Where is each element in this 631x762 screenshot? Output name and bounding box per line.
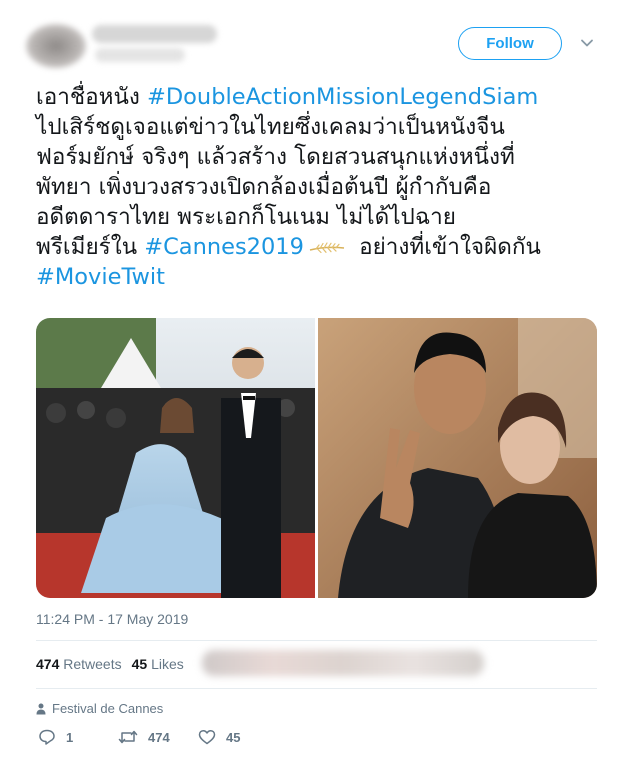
username-redacted[interactable] xyxy=(95,48,185,62)
heart-icon xyxy=(198,729,216,745)
tweet-timestamp[interactable]: 11:24 PM - 17 May 2019 xyxy=(36,611,188,627)
portrait-photo[interactable] xyxy=(318,318,597,598)
reply-icon xyxy=(39,729,55,745)
reply-button[interactable]: 1 xyxy=(38,728,73,746)
tweet-header: Follow xyxy=(0,0,631,80)
retweet-button[interactable]: 474 xyxy=(118,728,170,746)
divider xyxy=(36,640,597,641)
tweet-line: อดีตดาราไทย พระเอกก็โนเนม ไม่ได้ไปฉาย xyxy=(36,204,456,230)
red-carpet-photo[interactable] xyxy=(36,318,315,598)
hashtag-link[interactable]: #MovieTwit xyxy=(36,264,165,290)
retweets-stat[interactable]: 474 Retweets xyxy=(36,656,122,672)
palme-dor-icon xyxy=(309,241,345,253)
tweet-line: ฟอร์มยักษ์ จริงๆ แล้วสร้าง โดยสวนสนุกแห่… xyxy=(36,144,515,170)
tweet-line: พัทยา เพิ่งบวงสรวงเปิดกล้องเมื่อต้นปี ผู… xyxy=(36,174,492,200)
display-name-redacted[interactable] xyxy=(92,25,217,43)
tweet-media xyxy=(36,318,597,598)
likes-stat[interactable]: 45 Likes xyxy=(132,656,184,672)
divider xyxy=(36,688,597,689)
retweet-icon xyxy=(118,730,138,744)
liker-avatars-redacted[interactable] xyxy=(202,650,484,676)
follow-button[interactable]: Follow xyxy=(458,27,562,60)
avatar[interactable] xyxy=(26,24,86,68)
like-button[interactable]: 45 xyxy=(198,728,240,746)
tweet-line: ไปเสิร์ชดูเจอแต่ข่าวในไทยซึ่งเคลมว่าเป็น… xyxy=(36,114,505,140)
tweet-text: เอาชื่อหนัง #DoubleActionMissionLegendSi… xyxy=(36,82,611,292)
tweet-line: เอาชื่อหนัง #DoubleActionMissionLegendSi… xyxy=(36,84,539,110)
hashtag-link[interactable]: #DoubleActionMissionLegendSiam xyxy=(147,84,538,110)
tweet-actions: 1 474 45 xyxy=(36,728,336,750)
chevron-down-icon[interactable] xyxy=(580,36,594,50)
hashtag-link[interactable]: #Cannes2019 xyxy=(144,234,304,260)
tweet-line: #MovieTwit xyxy=(36,262,611,292)
engagement-stats: 474 Retweets 45 Likes xyxy=(36,656,184,672)
tweet-place[interactable]: Festival de Cannes xyxy=(36,701,163,716)
person-icon xyxy=(36,703,46,714)
tweet-line: พรีเมียร์ใน #Cannes2019 อย่างที่เข้าใจผิ… xyxy=(36,234,541,260)
